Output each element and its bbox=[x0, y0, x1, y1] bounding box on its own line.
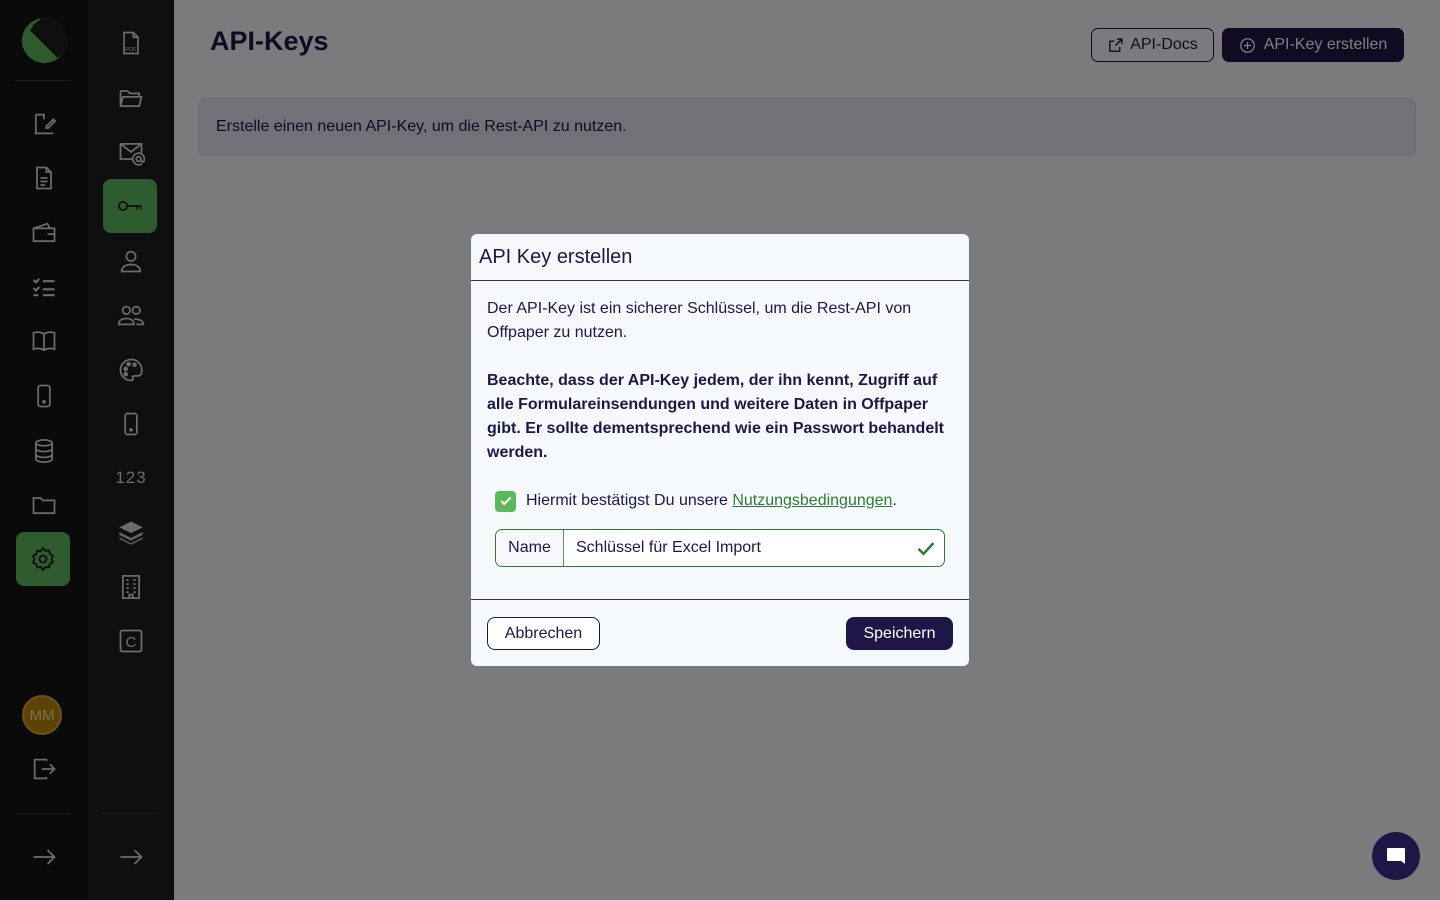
name-input[interactable] bbox=[564, 530, 908, 566]
save-button[interactable]: Speichern bbox=[846, 617, 953, 650]
valid-check-icon bbox=[908, 530, 944, 566]
consent-row: Hiermit bestätigst Du unsere Nutzungsbed… bbox=[487, 489, 953, 513]
modal-warning: Beachte, dass der API-Key jedem, der ihn… bbox=[487, 372, 944, 461]
consent-checkbox[interactable] bbox=[495, 490, 516, 512]
cancel-button[interactable]: Abbrechen bbox=[487, 617, 600, 650]
modal-body: Der API-Key ist ein sicherer Schlüssel, … bbox=[471, 281, 969, 567]
consent-suffix: . bbox=[892, 492, 897, 509]
checkmark-icon bbox=[500, 496, 511, 506]
name-label: Name bbox=[496, 530, 564, 566]
create-api-key-modal: API Key erstellen Der API-Key ist ein si… bbox=[471, 234, 969, 666]
terms-link[interactable]: Nutzungsbedingungen bbox=[732, 489, 892, 513]
modal-description: Der API-Key ist ein sicherer Schlüssel, … bbox=[487, 300, 912, 341]
chat-widget-button[interactable] bbox=[1372, 832, 1420, 880]
modal-header: API Key erstellen bbox=[471, 234, 969, 281]
name-input-group: Name bbox=[495, 529, 945, 567]
modal-footer: Abbrechen Speichern bbox=[471, 599, 969, 666]
consent-prefix: Hiermit bestätigst Du unsere bbox=[526, 492, 733, 509]
modal-title: API Key erstellen bbox=[479, 246, 633, 268]
chat-bubble-icon bbox=[1387, 848, 1405, 864]
